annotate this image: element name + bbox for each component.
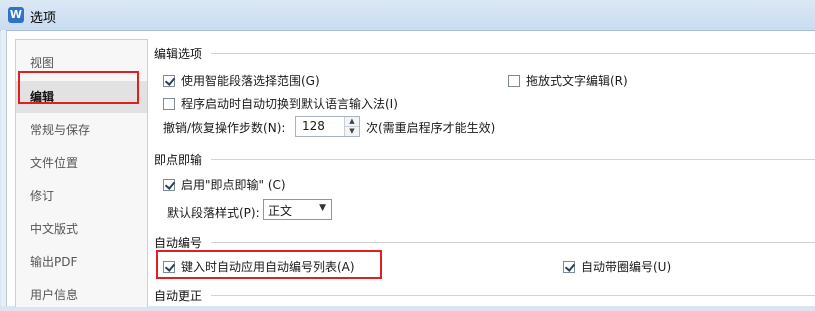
click-and-type-option[interactable]: 启用"即点即输" (C)	[163, 176, 286, 193]
section-divider	[211, 242, 815, 243]
undo-steps-value[interactable]: 128	[302, 119, 325, 133]
drag-text-option[interactable]: 拖放式文字编辑(R)	[508, 72, 628, 89]
drag-text-checkbox[interactable]	[508, 74, 520, 87]
section-divider	[211, 53, 815, 54]
section-divider	[211, 295, 815, 296]
sidebar-item-view[interactable]: 视图	[16, 47, 147, 79]
auto-ime-option[interactable]: 程序启动时自动切换到默认语言输入法(I)	[163, 95, 398, 112]
default-style-label: 默认段落样式(P):	[167, 206, 260, 220]
options-sidebar: 视图 编辑 常规与保存 文件位置 修订 中文版式 输出PDF 用户信息	[15, 39, 148, 307]
circled-numbers-option[interactable]: 自动带圈编号(U)	[563, 258, 671, 275]
click-and-type-checkbox[interactable]	[163, 178, 175, 191]
smart-paragraph-checkbox[interactable]	[163, 74, 175, 87]
drag-text-label: 拖放式文字编辑(R)	[526, 74, 628, 88]
sidebar-item-export-pdf[interactable]: 输出PDF	[16, 246, 147, 278]
circled-numbers-label: 自动带圈编号(U)	[581, 260, 672, 274]
spinner-up-icon[interactable]: ▲	[345, 117, 359, 127]
undo-steps-note: 次(需重启程序才能生效)	[366, 121, 496, 135]
sidebar-item-file-location[interactable]: 文件位置	[16, 147, 147, 179]
undo-steps-spinner[interactable]: 128 ▲ ▼	[295, 116, 360, 137]
auto-ime-checkbox[interactable]	[163, 97, 175, 110]
sidebar-item-chinese-layout[interactable]: 中文版式	[16, 213, 147, 245]
spinner-down-icon[interactable]: ▼	[345, 127, 359, 136]
sidebar-item-general-save[interactable]: 常规与保存	[16, 114, 147, 146]
auto-list-option[interactable]: 键入时自动应用自动编号列表(A)	[163, 258, 355, 275]
auto-ime-label: 程序启动时自动切换到默认语言输入法(I)	[181, 97, 398, 111]
dialog-body: 视图 编辑 常规与保存 文件位置 修订 中文版式 输出PDF 用户信息 编辑选项…	[6, 31, 815, 307]
smart-paragraph-label: 使用智能段落选择范围(G)	[181, 74, 320, 88]
title-bar: W 选项	[0, 0, 815, 31]
sidebar-item-user-info[interactable]: 用户信息	[16, 279, 147, 311]
circled-numbers-checkbox[interactable]	[563, 260, 575, 273]
auto-list-checkbox[interactable]	[163, 260, 175, 273]
wps-logo-icon: W	[8, 7, 24, 23]
undo-steps-label: 撤销/恢复操作步数(N):	[163, 121, 286, 135]
section-title-auto-numbering: 自动编号	[154, 236, 203, 250]
default-style-value: 正文	[268, 204, 293, 218]
click-and-type-label: 启用"即点即输" (C)	[181, 178, 286, 192]
chevron-down-icon: ▼	[319, 203, 326, 213]
window-title: 选项	[30, 11, 57, 26]
section-title-click-and-type: 即点即输	[154, 153, 203, 167]
auto-list-label: 键入时自动应用自动编号列表(A)	[181, 260, 355, 274]
section-title-auto-correct: 自动更正	[154, 289, 203, 303]
spinner-buttons: ▲ ▼	[344, 117, 359, 136]
smart-paragraph-option[interactable]: 使用智能段落选择范围(G)	[163, 72, 320, 89]
section-title-edit-options: 编辑选项	[154, 47, 203, 61]
section-divider	[211, 159, 815, 160]
sidebar-item-revision[interactable]: 修订	[16, 180, 147, 212]
edit-options-panel: 编辑选项 使用智能段落选择范围(G) 拖放式文字编辑(R) 程序启动时自动切换到…	[151, 31, 815, 306]
default-style-dropdown[interactable]: 正文 ▼	[263, 199, 332, 220]
sidebar-item-edit[interactable]: 编辑	[16, 81, 147, 113]
